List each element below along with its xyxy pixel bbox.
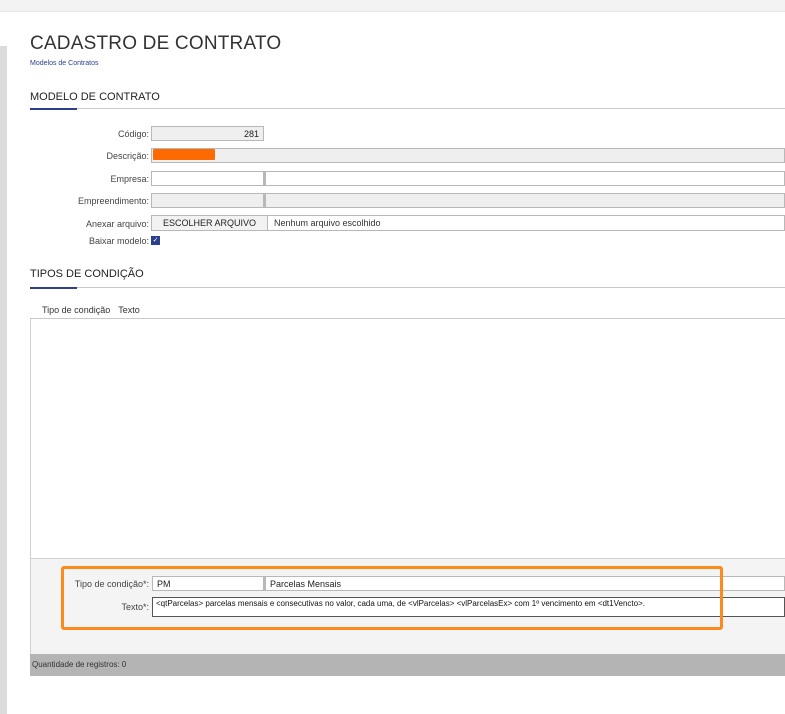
section-title-modelo: MODELO DE CONTRATO [30, 91, 160, 103]
file-status: Nenhum arquivo escolhido [268, 215, 785, 231]
codigo-label: Código: [117, 129, 149, 139]
section-divider [30, 287, 785, 288]
section-accent [30, 108, 77, 110]
records-count: Quantidade de registros: 0 [30, 654, 785, 676]
section-divider [30, 108, 785, 109]
empreendimento-code-field[interactable] [151, 193, 264, 208]
anexar-label: Anexar arquivo: [85, 219, 149, 229]
section-accent [30, 287, 77, 289]
empreendimento-label: Empreendimento: [77, 196, 149, 206]
breadcrumb-link[interactable]: Modelos de Contratos [30, 60, 98, 67]
codigo-field[interactable]: 281 [151, 126, 264, 141]
empresa-code-field[interactable] [151, 171, 264, 186]
baixar-modelo-checkbox[interactable]: ✓ [151, 236, 160, 245]
empresa-name-field[interactable] [264, 171, 785, 186]
column-header-texto[interactable]: Texto [118, 305, 140, 315]
conditions-grid [30, 319, 785, 559]
top-bar [0, 0, 785, 12]
left-scroll-rail [0, 46, 7, 714]
choose-file-button[interactable]: ESCOLHER ARQUIVO [151, 215, 268, 231]
page-title: CADASTRO DE CONTRATO [30, 33, 282, 54]
empresa-label: Empresa: [110, 174, 149, 184]
redaction-mark [153, 149, 215, 160]
descricao-field[interactable] [151, 148, 785, 163]
highlight-annotation [61, 566, 723, 630]
baixar-label: Baixar modelo: [88, 236, 149, 246]
section-title-tipos: TIPOS DE CONDIÇÃO [30, 268, 144, 280]
descricao-label: Descrição: [106, 151, 149, 161]
empreendimento-name-field[interactable] [264, 193, 785, 208]
column-header-tipo[interactable]: Tipo de condição [42, 305, 110, 315]
grid-header: Tipo de condição Texto [30, 305, 148, 315]
